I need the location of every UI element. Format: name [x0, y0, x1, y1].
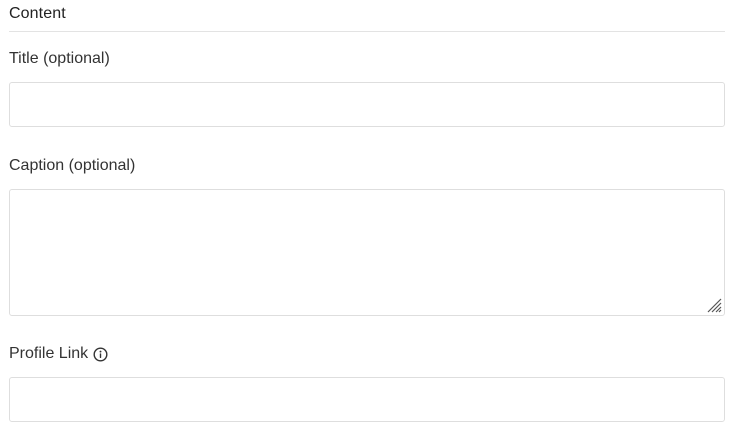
textarea-resize-handle[interactable]: [704, 296, 722, 313]
section-title: Content: [9, 5, 66, 22]
section-divider: [9, 31, 725, 32]
profile-link-label-text: Profile Link: [9, 345, 89, 362]
info-icon[interactable]: [93, 346, 108, 362]
profile-link-label: Profile Link: [9, 345, 108, 363]
caption-textarea[interactable]: [9, 189, 725, 316]
title-input[interactable]: [9, 82, 725, 127]
title-label-text: Title (optional): [9, 50, 110, 67]
profile-link-input[interactable]: [9, 377, 725, 422]
caption-label-text: Caption (optional): [9, 157, 136, 174]
caption-label: Caption (optional): [9, 157, 135, 175]
title-label: Title (optional): [9, 50, 110, 68]
